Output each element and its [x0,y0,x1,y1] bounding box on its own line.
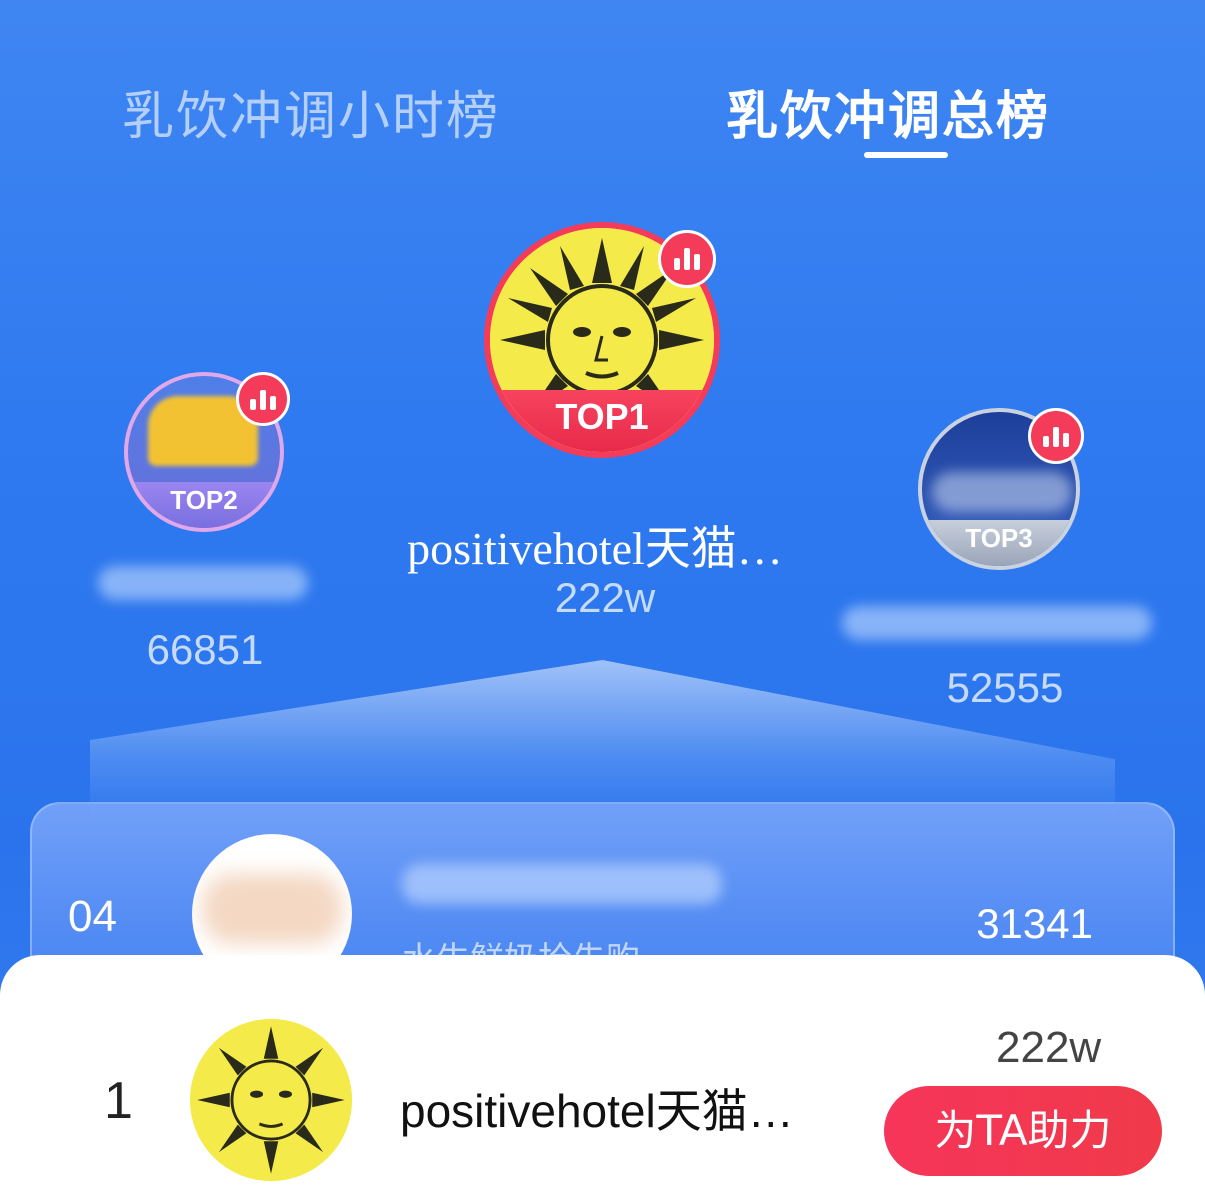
bar-chart-icon [236,372,290,426]
store-name-top1: positivehotel天猫… [407,523,783,574]
podium-third[interactable]: TOP3 [918,408,1088,578]
sun-face-logo [190,1019,352,1181]
my-store-avatar [190,1019,352,1181]
rank-ribbon-top3: TOP3 [965,523,1033,553]
store-name-top2 [98,566,308,600]
store-name-top3 [842,606,1152,640]
score-top1: 222w [554,574,656,621]
score-top2: 66851 [146,626,264,673]
podium-second[interactable]: TOP2 [124,372,294,542]
my-store-rank: 1 [104,1072,133,1130]
list-score: 31341 [976,900,1093,947]
tab-hourly-ranking[interactable]: 乳饮冲调小时榜 [122,74,500,149]
my-store-score: 222w [996,1023,1102,1072]
tab-total-ranking[interactable]: 乳饮冲调总榜 [726,74,1050,149]
bar-chart-icon [1028,408,1084,464]
list-store-name [402,864,722,904]
list-rank: 04 [68,892,117,941]
podium-first[interactable]: TOP1 [484,222,724,462]
active-tab-indicator [864,152,948,158]
rank-ribbon-top2: TOP2 [170,485,238,515]
bar-chart-icon [658,230,716,288]
help-store-button[interactable]: 为TA助力 [884,1086,1162,1176]
score-top3: 52555 [946,664,1064,711]
rank-ribbon-top1: TOP1 [555,396,649,437]
my-store-name: positivehotel天猫… [400,1085,794,1137]
